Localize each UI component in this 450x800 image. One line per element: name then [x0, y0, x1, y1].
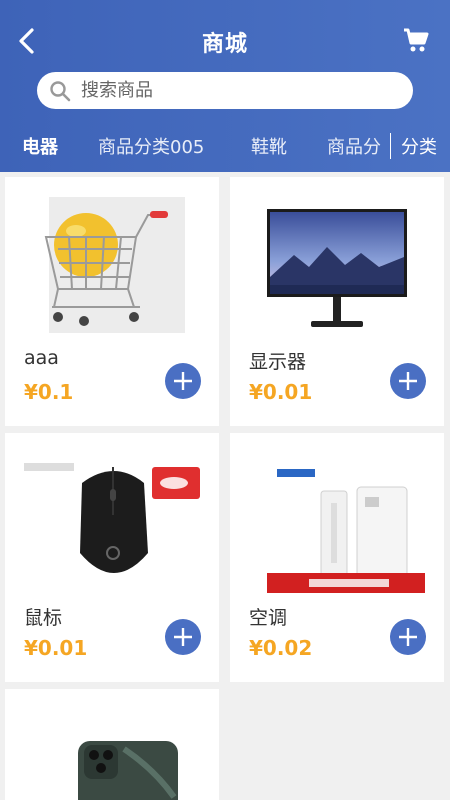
product-card[interactable]: 鼠标 ¥0.01: [5, 433, 219, 682]
all-categories-button[interactable]: 分类: [401, 133, 437, 159]
product-card[interactable]: aaa ¥0.1: [5, 177, 219, 426]
tab-appliances[interactable]: 电器: [22, 133, 58, 159]
tab-shoes[interactable]: 鞋靴: [251, 133, 287, 159]
plus-icon: [399, 628, 417, 646]
add-to-cart-button[interactable]: [390, 619, 426, 655]
product-name: aaa: [24, 347, 59, 369]
page-title: 商城: [201, 32, 248, 57]
shopping-cart-icon: [404, 28, 429, 52]
app-header: 商城 电器 商品分类005 鞋靴 商品分 分类: [0, 0, 450, 172]
product-image: [24, 197, 200, 337]
plus-icon: [174, 628, 192, 646]
product-price: ¥0.01: [24, 636, 88, 660]
product-name: 显示器: [249, 351, 307, 373]
product-card[interactable]: 空调 ¥0.02: [230, 433, 444, 682]
product-image: [24, 453, 200, 593]
product-price: ¥0.02: [249, 636, 313, 660]
add-to-cart-button[interactable]: [165, 363, 201, 399]
cart-button[interactable]: [402, 26, 430, 54]
add-to-cart-button[interactable]: [390, 363, 426, 399]
product-name: 鼠标: [24, 607, 63, 629]
product-card[interactable]: 显示器 ¥0.01: [230, 177, 444, 426]
plus-icon: [399, 372, 417, 390]
product-image: [249, 453, 425, 593]
product-card[interactable]: [5, 689, 219, 800]
search-bar[interactable]: [37, 72, 413, 109]
plus-icon: [174, 372, 192, 390]
tab-category-partial[interactable]: 商品分: [327, 133, 381, 159]
add-to-cart-button[interactable]: [165, 619, 201, 655]
search-input[interactable]: [81, 80, 381, 101]
tab-category-005[interactable]: 商品分类005: [98, 133, 204, 159]
product-image: [249, 197, 425, 337]
product-image: [24, 709, 200, 800]
product-price: ¥0.01: [249, 380, 313, 404]
search-icon: [50, 80, 71, 101]
category-tabs: 电器 商品分类005 鞋靴 商品分 分类: [0, 125, 450, 170]
product-name: 空调: [249, 607, 288, 629]
tabs-divider: [390, 133, 391, 159]
product-price: ¥0.1: [24, 380, 74, 404]
